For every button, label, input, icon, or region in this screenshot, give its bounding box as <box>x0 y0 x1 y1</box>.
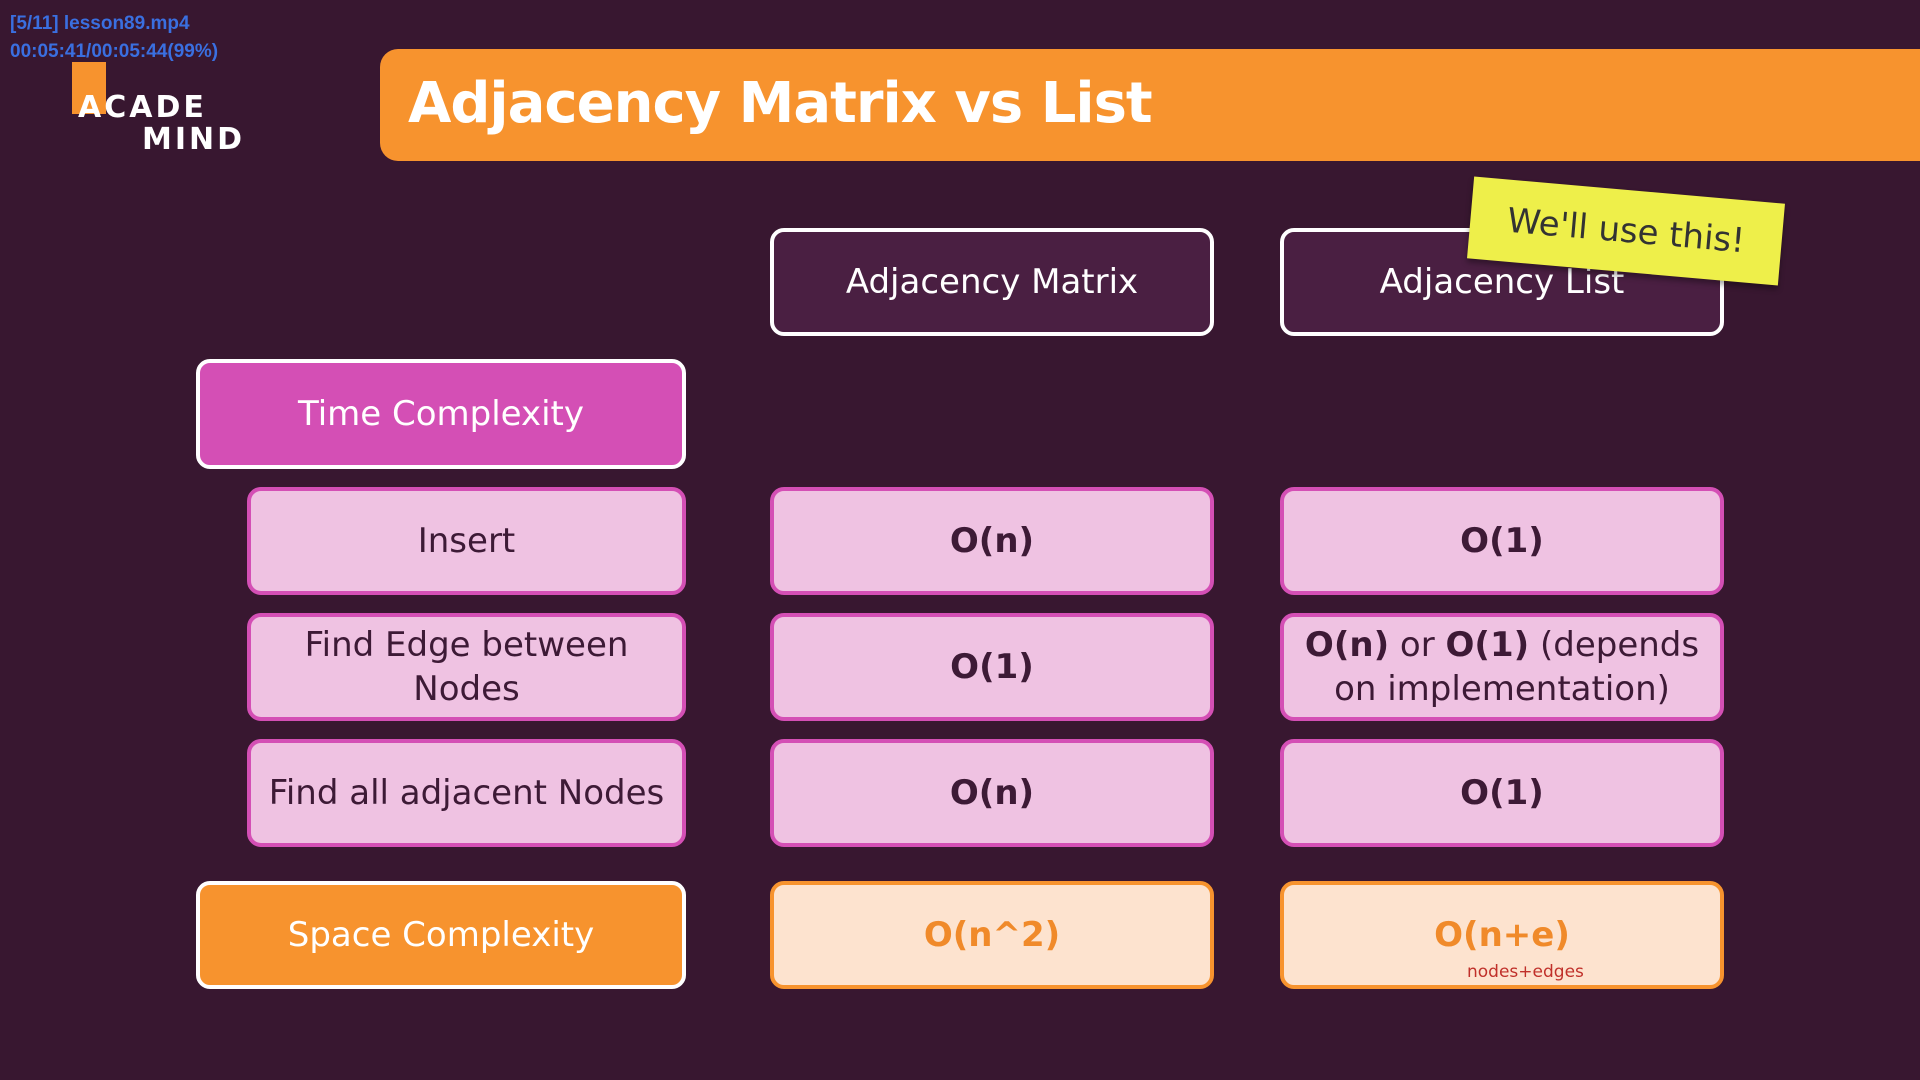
row-label-find-edge-line2: Nodes <box>413 669 520 709</box>
row-label-find-adjacent: Find all adjacent Nodes <box>247 739 686 847</box>
cell-find-edge-list-part3: O(1) <box>1445 625 1530 665</box>
cell-find-adjacent-matrix: O(n) <box>770 739 1214 847</box>
cell-find-edge-list: O(n) or O(1) (depends on implementation) <box>1280 613 1724 721</box>
cell-find-edge-list-part4: (depends <box>1539 625 1700 665</box>
cell-space-matrix: O(n^2) <box>770 881 1214 989</box>
column-header-matrix: Adjacency Matrix <box>770 228 1214 336</box>
cell-find-edge-list-part1: O(n) <box>1304 625 1390 665</box>
title-bar: Adjacency Matrix vs List <box>380 49 1920 161</box>
logo-text-line1: ACADE <box>78 90 207 125</box>
cell-find-edge-matrix: O(1) <box>770 613 1214 721</box>
cell-find-adjacent-list: O(1) <box>1280 739 1724 847</box>
cell-find-edge-list-part2: or <box>1399 625 1435 665</box>
space-list-note: nodes+edges <box>1467 962 1584 982</box>
cell-insert-list: O(1) <box>1280 487 1724 595</box>
section-time-complexity: Time Complexity <box>196 359 686 469</box>
cell-insert-matrix: O(n) <box>770 487 1214 595</box>
logo-text-line2: MIND <box>142 122 246 157</box>
section-space-complexity: Space Complexity <box>196 881 686 989</box>
slide-title: Adjacency Matrix vs List <box>408 71 1153 136</box>
row-label-insert: Insert <box>247 487 686 595</box>
row-label-find-edge-line1: Find Edge between <box>304 625 629 665</box>
academind-logo: ACADE MIND <box>72 62 262 162</box>
cell-find-edge-list-line1: O(n) or O(1) (depends <box>1305 623 1699 667</box>
row-label-find-edge: Find Edge between Nodes <box>247 613 686 721</box>
cell-find-edge-list-line2: on implementation) <box>1334 669 1670 709</box>
video-player-overlay: [5/11] lesson89.mp4 00:05:41/00:05:44(99… <box>10 10 218 66</box>
video-file-label: [5/11] lesson89.mp4 <box>10 13 190 34</box>
